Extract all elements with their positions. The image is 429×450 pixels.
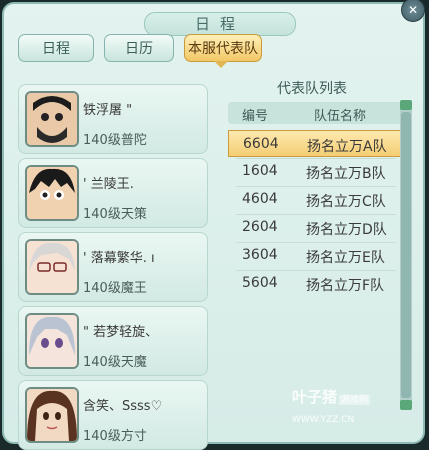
- member-card[interactable]: ' 兰陵王. 140级天策: [18, 158, 208, 228]
- scroll-down-icon[interactable]: [400, 400, 412, 410]
- team-name: 扬名立万D队: [306, 222, 387, 238]
- avatar: [25, 313, 79, 369]
- team-row[interactable]: 6604 扬名立万A队: [228, 130, 404, 157]
- member-card[interactable]: " 若梦轻旋、 140级天魔: [18, 306, 208, 376]
- team-name: 扬名立万F队: [306, 278, 385, 294]
- column-header-team: 队伍名称: [314, 109, 367, 124]
- team-list-panel: 代表队列表 编号 队伍名称 6604 扬名立万A队 1604 扬名立万B队 46…: [222, 76, 418, 416]
- scroll-up-icon[interactable]: [400, 100, 412, 110]
- team-list: 6604 扬名立万A队 1604 扬名立万B队 4604 扬名立万C队 2604…: [228, 126, 404, 406]
- team-row[interactable]: 3604 扬名立万E队: [228, 242, 404, 269]
- avatar: [25, 165, 79, 221]
- tab-server-team[interactable]: 本服代表队: [184, 34, 262, 62]
- member-level: 140级天魔: [83, 355, 147, 370]
- team-list-scrollbar[interactable]: [400, 100, 412, 410]
- member-name: " 若梦轻旋、: [83, 325, 159, 340]
- watermark-logo: 叶子猪 游戏网 WWW.YZZ.CN: [292, 386, 371, 426]
- avatar: [25, 91, 79, 147]
- team-code: 4604: [242, 191, 278, 207]
- tab-calendar[interactable]: 日历: [104, 34, 174, 62]
- scroll-thumb[interactable]: [401, 112, 411, 398]
- tab-schedule[interactable]: 日程: [18, 34, 94, 62]
- member-name: ' 落幕繁华. ı: [83, 251, 155, 266]
- watermark-url: WWW.YZZ.CN: [292, 415, 355, 425]
- team-name: 扬名立万B队: [306, 166, 386, 182]
- team-code: 1604: [242, 163, 278, 179]
- member-level: 140级天策: [83, 207, 147, 222]
- member-level: 140级方寸: [83, 429, 147, 444]
- column-header-code: 编号: [242, 109, 269, 124]
- member-card[interactable]: 铁浮屠 " 140级普陀: [18, 84, 208, 154]
- team-name: 扬名立万C队: [306, 194, 386, 210]
- team-row[interactable]: 5604 扬名立万F队: [228, 270, 404, 297]
- team-list-title: 代表队列表: [277, 81, 347, 97]
- member-card[interactable]: 含笑、Ssss♡ 140级方寸: [18, 380, 208, 450]
- member-level: 140级普陀: [83, 133, 147, 148]
- team-code: 2604: [242, 219, 278, 235]
- window-title: 日程: [144, 12, 296, 36]
- member-card[interactable]: ' 落幕繁华. ı 140级魔王: [18, 232, 208, 302]
- member-level: 140级魔王: [83, 281, 147, 296]
- team-code: 3604: [242, 247, 278, 263]
- watermark-name: 叶子猪: [292, 388, 338, 406]
- active-tab-pointer-icon: [214, 61, 228, 68]
- member-name: 含笑、Ssss♡: [83, 399, 163, 414]
- member-name: 铁浮屠 ": [83, 103, 133, 118]
- avatar: [25, 239, 79, 295]
- avatar: [25, 387, 79, 443]
- team-code: 6604: [243, 136, 279, 152]
- team-row[interactable]: 4604 扬名立万C队: [228, 186, 404, 213]
- team-row[interactable]: 1604 扬名立万B队: [228, 158, 404, 185]
- team-code: 5604: [242, 275, 278, 291]
- team-name: 扬名立万A队: [307, 139, 387, 155]
- watermark-tag: 游戏网: [339, 395, 371, 405]
- team-list-header: 编号 队伍名称: [228, 102, 404, 124]
- member-name: ' 兰陵王.: [83, 177, 134, 192]
- team-name: 扬名立万E队: [306, 250, 385, 266]
- team-row[interactable]: 2604 扬名立万D队: [228, 214, 404, 241]
